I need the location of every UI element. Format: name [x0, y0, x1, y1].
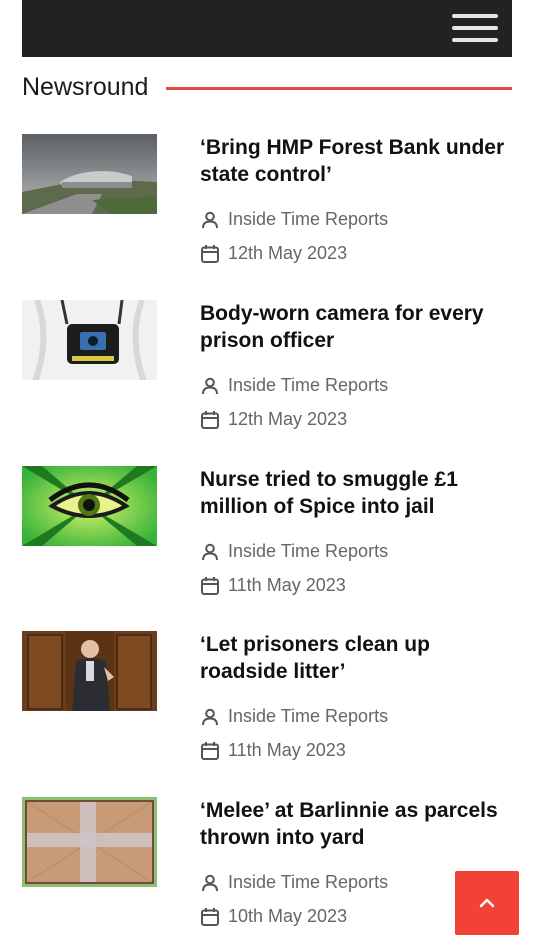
author-name[interactable]: Inside Time Reports: [228, 706, 388, 727]
date-text: 10th May 2023: [228, 906, 348, 926]
article-date: 11th May 2023: [200, 575, 346, 596]
article-headline[interactable]: ‘Bring HMP Forest Bank under state contr…: [200, 134, 512, 188]
article-item: Nurse tried to smuggle £1 million of Spi…: [22, 466, 512, 616]
article-thumbnail[interactable]: [22, 466, 157, 546]
article-author: Inside Time Reports: [200, 706, 388, 727]
article-headline[interactable]: ‘Melee’ at Barlinnie as parcels thrown i…: [200, 797, 512, 851]
article-thumbnail[interactable]: [22, 134, 157, 214]
article-item: ‘Melee’ at Barlinnie as parcels thrown i…: [22, 797, 512, 947]
article-thumbnail[interactable]: [22, 300, 157, 380]
article-author: Inside Time Reports: [200, 872, 388, 893]
user-icon: [202, 543, 218, 560]
article-date: 12th May 2023: [200, 409, 347, 430]
author-name[interactable]: Inside Time Reports: [228, 209, 388, 230]
article-item: ‘Let prisoners clean up roadside litter’…: [22, 631, 512, 781]
article-thumbnail[interactable]: [22, 631, 157, 711]
author-name[interactable]: Inside Time Reports: [228, 375, 388, 396]
calendar-icon: [201, 907, 219, 926]
date-text: 11th May 2023: [228, 575, 346, 595]
article-date: 10th May 2023: [200, 906, 347, 927]
article-item: Body-worn camera for every prison office…: [22, 300, 512, 450]
calendar-icon: [201, 244, 219, 263]
date-text: 11th May 2023: [228, 740, 346, 760]
article-headline[interactable]: Body-worn camera for every prison office…: [200, 300, 512, 354]
date-text: 12th May 2023: [228, 409, 348, 429]
hamburger-menu-icon[interactable]: [452, 12, 498, 44]
article-headline[interactable]: Nurse tried to smuggle £1 million of Spi…: [200, 466, 512, 520]
calendar-icon: [201, 410, 219, 429]
user-icon: [202, 874, 218, 891]
article-author: Inside Time Reports: [200, 209, 388, 230]
chevron-up-icon: [479, 898, 495, 908]
date-text: 12th May 2023: [228, 243, 348, 263]
section-title: Newsround: [22, 73, 149, 101]
user-icon: [202, 377, 218, 394]
author-name[interactable]: Inside Time Reports: [228, 872, 388, 893]
calendar-icon: [201, 741, 219, 760]
article-date: 12th May 2023: [200, 243, 347, 264]
calendar-icon: [201, 576, 219, 595]
article-thumbnail[interactable]: [22, 797, 157, 887]
user-icon: [202, 708, 218, 725]
article-author: Inside Time Reports: [200, 541, 388, 562]
article-headline[interactable]: ‘Let prisoners clean up roadside litter’: [200, 631, 512, 685]
section-divider: [166, 87, 512, 90]
author-name[interactable]: Inside Time Reports: [228, 541, 388, 562]
article-author: Inside Time Reports: [200, 375, 388, 396]
article-date: 11th May 2023: [200, 740, 346, 761]
top-navigation-bar: [22, 0, 512, 57]
user-icon: [202, 211, 218, 228]
article-item: ‘Bring HMP Forest Bank under state contr…: [22, 134, 512, 284]
scroll-to-top-button[interactable]: [455, 871, 519, 935]
section-header: Newsround: [22, 70, 512, 106]
